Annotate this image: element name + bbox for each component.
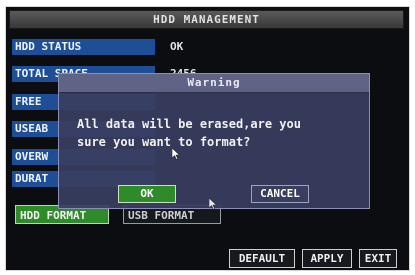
dvr-screen: HDD MANAGEMENT HDD STATUS OK TOTAL SPACE… xyxy=(5,6,410,271)
window-title: HDD MANAGEMENT xyxy=(153,13,260,26)
mouse-pointer-icon xyxy=(172,148,180,160)
dialog-message-line-1: All data will be erased,are you xyxy=(77,117,301,131)
exit-button[interactable]: EXIT xyxy=(359,249,397,268)
dialog-title: Warning xyxy=(59,74,369,93)
default-button[interactable]: DEFAULT xyxy=(229,249,295,268)
row-label-hdd-status: HDD STATUS xyxy=(12,39,155,55)
warning-dialog: Warning All data will be erased,are you … xyxy=(58,73,370,209)
mouse-pointer-icon xyxy=(209,198,217,210)
dialog-message-line-2: sure you want to format? xyxy=(77,135,251,149)
window-title-bar: HDD MANAGEMENT xyxy=(9,10,404,29)
cancel-button[interactable]: CANCEL xyxy=(251,185,309,203)
row-value-hdd-status: OK xyxy=(170,40,184,53)
ok-button[interactable]: OK xyxy=(118,185,176,203)
apply-button[interactable]: APPLY xyxy=(302,249,352,268)
monitor-photo-frame: HDD MANAGEMENT HDD STATUS OK TOTAL SPACE… xyxy=(0,0,415,275)
